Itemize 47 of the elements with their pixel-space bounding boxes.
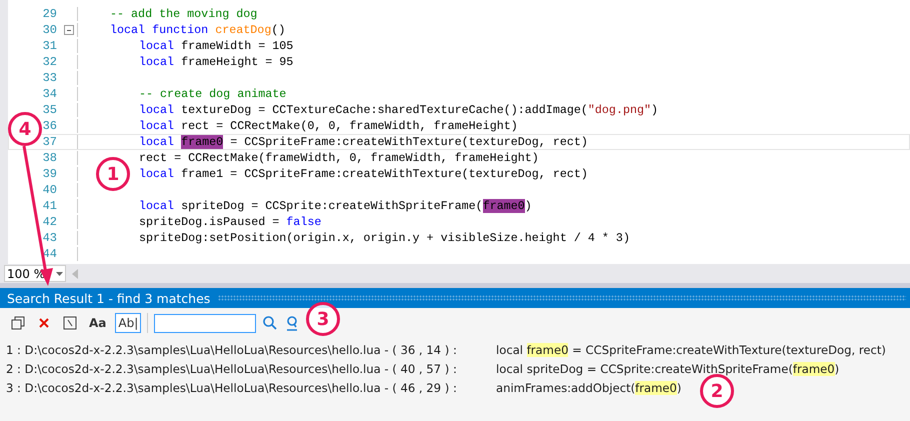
caret-icon	[56, 272, 63, 276]
panel-title: Search Result 1 - find 3 matches	[7, 290, 210, 306]
code-line: local rect = CCRectMake(0, 0, frameWidth, frameHeight)	[139, 119, 518, 133]
callout-number: 2	[700, 374, 734, 408]
line-number: 39	[42, 167, 57, 181]
line-number: 31	[42, 39, 57, 53]
line-number: 44	[42, 247, 57, 261]
line-number: 34	[42, 87, 57, 101]
result-location[interactable]: 3 : D:\cocos2d-x-2.2.3\samples\Lua\HelloLua\Resources\hello.lua - ( 46 , 29 ) :	[6, 380, 457, 394]
search-icon[interactable]	[262, 315, 278, 331]
line-number: 29	[42, 7, 57, 21]
regex-icon	[63, 316, 77, 330]
code-line: spriteDog.isPaused = false	[139, 215, 322, 229]
code-line: -- add the moving dog	[110, 7, 258, 21]
code-line: local textureDog = CCTextureCache:sharedTextureCache():addImage("dog.png")	[139, 103, 658, 117]
code-line: local frameHeight = 95	[139, 55, 294, 69]
search-field[interactable]	[154, 314, 256, 332]
line-number: 30	[42, 23, 57, 37]
line-number: 36	[42, 119, 57, 133]
line-number: 42	[42, 215, 57, 229]
code-line: spriteDog:setPosition(origin.x, origin.y + visibleSize.height / 4 * 3)	[139, 231, 630, 245]
result-code[interactable]: local frame0 = CCSpriteFrame:createWithTexture(textureDog, rect)	[496, 342, 886, 356]
code-line: local function creatDog()	[110, 23, 286, 37]
result-location[interactable]: 1 : D:\cocos2d-x-2.2.3\samples\Lua\HelloLua\Resources\hello.lua - ( 36 , 14 ) :	[6, 342, 457, 356]
collapse-icon[interactable]	[64, 25, 74, 35]
line-number: 43	[42, 231, 57, 245]
word-button[interactable]: Ab|	[115, 313, 142, 333]
code-line: local spriteDog = CCSprite:createWithSpriteFrame(frame0)	[139, 199, 532, 213]
code-line: local frame1 = CCSpriteFrame:createWithTexture(textureDog, rect)	[139, 167, 588, 181]
line-number: 40	[42, 183, 57, 197]
result-code[interactable]: local spriteDog = CCSprite:createWithSpriteFrame(frame0)	[496, 362, 840, 376]
code-line: local frame0 = CCSpriteFrame:createWithTexture(textureDog, rect)	[139, 135, 588, 149]
case-button[interactable]: Aa	[86, 313, 110, 333]
code-line: -- create dog animate	[139, 87, 286, 101]
copy-icon	[11, 316, 25, 330]
line-number: 33	[42, 71, 57, 85]
line-number: 38	[42, 151, 57, 165]
line-number: 37	[42, 135, 57, 149]
result-code[interactable]: animFrames:addObject(frame0)	[496, 380, 682, 394]
code-line: local frameWidth = 105	[139, 39, 294, 53]
line-number: 41	[42, 199, 57, 213]
close-icon	[38, 317, 50, 329]
line-number: 35	[42, 103, 57, 117]
callout-number: 3	[306, 302, 340, 336]
code-line: rect = CCRectMake(frameWidth, 0, frameWidth, frameHeight)	[139, 151, 539, 165]
line-number: 32	[42, 55, 57, 69]
result-location[interactable]: 2 : D:\cocos2d-x-2.2.3\samples\Lua\HelloLua\Resources\hello.lua - ( 40 , 57 ) :	[6, 362, 457, 376]
